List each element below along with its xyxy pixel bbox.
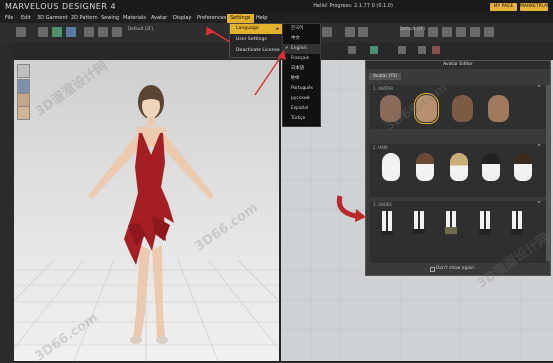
view-option-icon[interactable]: [370, 46, 378, 54]
hair-option[interactable]: [450, 153, 468, 181]
move-tool-icon[interactable]: [38, 27, 48, 37]
section-title: 1. AVATAR: [373, 86, 394, 91]
pin-tool-icon[interactable]: [66, 27, 76, 37]
dont-show-again-checkbox[interactable]: [430, 267, 435, 272]
menu-display[interactable]: Display: [173, 14, 191, 23]
hair-option[interactable]: [382, 153, 400, 181]
avatar-thumb-1[interactable]: [17, 64, 30, 78]
title-bar: MARVELOUS DESIGNER 4 Hello! Progress: 2.…: [0, 0, 553, 14]
collapse-icon[interactable]: ⌃: [536, 143, 542, 151]
hair-option[interactable]: [482, 153, 500, 181]
view-option-icon[interactable]: [348, 46, 356, 54]
panel-title: Avatar Editor: [366, 61, 550, 69]
avatar-option[interactable]: [488, 95, 509, 122]
fold-tool-icon[interactable]: [52, 27, 62, 37]
tab-2d-view[interactable]: Default (2F): [400, 26, 425, 32]
menu-materials[interactable]: Materials: [123, 14, 146, 23]
avatar-thumb-3[interactable]: [17, 93, 30, 107]
language-option-turkish[interactable]: Türkçe: [283, 114, 320, 124]
avatar-thumb-4[interactable]: [17, 106, 30, 120]
tack-icon[interactable]: [470, 27, 480, 37]
measure-icon[interactable]: [112, 27, 122, 37]
simulate-icon[interactable]: [84, 27, 94, 37]
menu-sewing[interactable]: Sewing: [101, 14, 119, 23]
menu-edit[interactable]: Edit: [21, 14, 31, 23]
circle-icon[interactable]: [428, 27, 438, 37]
section-title: 2. HAIR: [373, 145, 388, 150]
tab-avatar[interactable]: Avatar (F5): [369, 73, 402, 80]
library-strip: [0, 43, 14, 363]
marketplace-button[interactable]: MARKETPLACE: [520, 3, 553, 11]
curved-arrow-icon: [336, 195, 366, 222]
collapse-icon[interactable]: ⌃: [536, 200, 542, 208]
menu-3d-garment[interactable]: 3D Garment: [37, 14, 68, 23]
tab-3d-view[interactable]: Default (3F): [128, 26, 153, 32]
avatar-thumb-2[interactable]: [17, 79, 30, 93]
my-page-button[interactable]: MY PAGE: [490, 3, 517, 11]
dart-icon[interactable]: [442, 27, 452, 37]
hair-option[interactable]: [416, 153, 434, 181]
user-info: Hello! Progress: 2.1.77 0 (0.1.0): [313, 3, 393, 9]
segment-sewing-icon[interactable]: [345, 27, 355, 37]
select-tool-icon[interactable]: [16, 27, 26, 37]
fitting-icon[interactable]: [98, 27, 108, 37]
view-option-icon[interactable]: [418, 46, 426, 54]
annotation-arrows: [205, 26, 286, 96]
language-option-spanish[interactable]: Español: [283, 104, 320, 114]
hair-section: 2. HAIR ⌃: [370, 143, 546, 197]
menu-file[interactable]: File: [5, 14, 13, 23]
avatar-figure[interactable]: [44, 75, 254, 360]
pleat-icon[interactable]: [456, 27, 466, 37]
app-window: MARVELOUS DESIGNER 4 Hello! Progress: 2.…: [0, 0, 553, 363]
menu-avatar[interactable]: Avatar: [151, 14, 167, 23]
checkbox-label: Don't show again: [436, 266, 475, 271]
free-sewing-icon[interactable]: [358, 27, 368, 37]
view-option-icon[interactable]: [398, 46, 406, 54]
polygon-icon[interactable]: [322, 27, 332, 37]
section-title: 3. SHOES: [373, 202, 392, 207]
view-option-icon[interactable]: [432, 46, 440, 54]
avatar-option[interactable]: [452, 95, 473, 122]
hair-option[interactable]: [514, 153, 532, 181]
shoe-options[interactable]: [380, 211, 530, 239]
collapse-icon[interactable]: ⌃: [536, 84, 542, 92]
menu-2d-pattern[interactable]: 2D Pattern: [71, 14, 98, 23]
app-title: MARVELOUS DESIGNER 4: [5, 2, 117, 11]
dont-show-again-row[interactable]: Don't show again: [430, 266, 475, 272]
button-tool-icon[interactable]: [484, 27, 494, 37]
